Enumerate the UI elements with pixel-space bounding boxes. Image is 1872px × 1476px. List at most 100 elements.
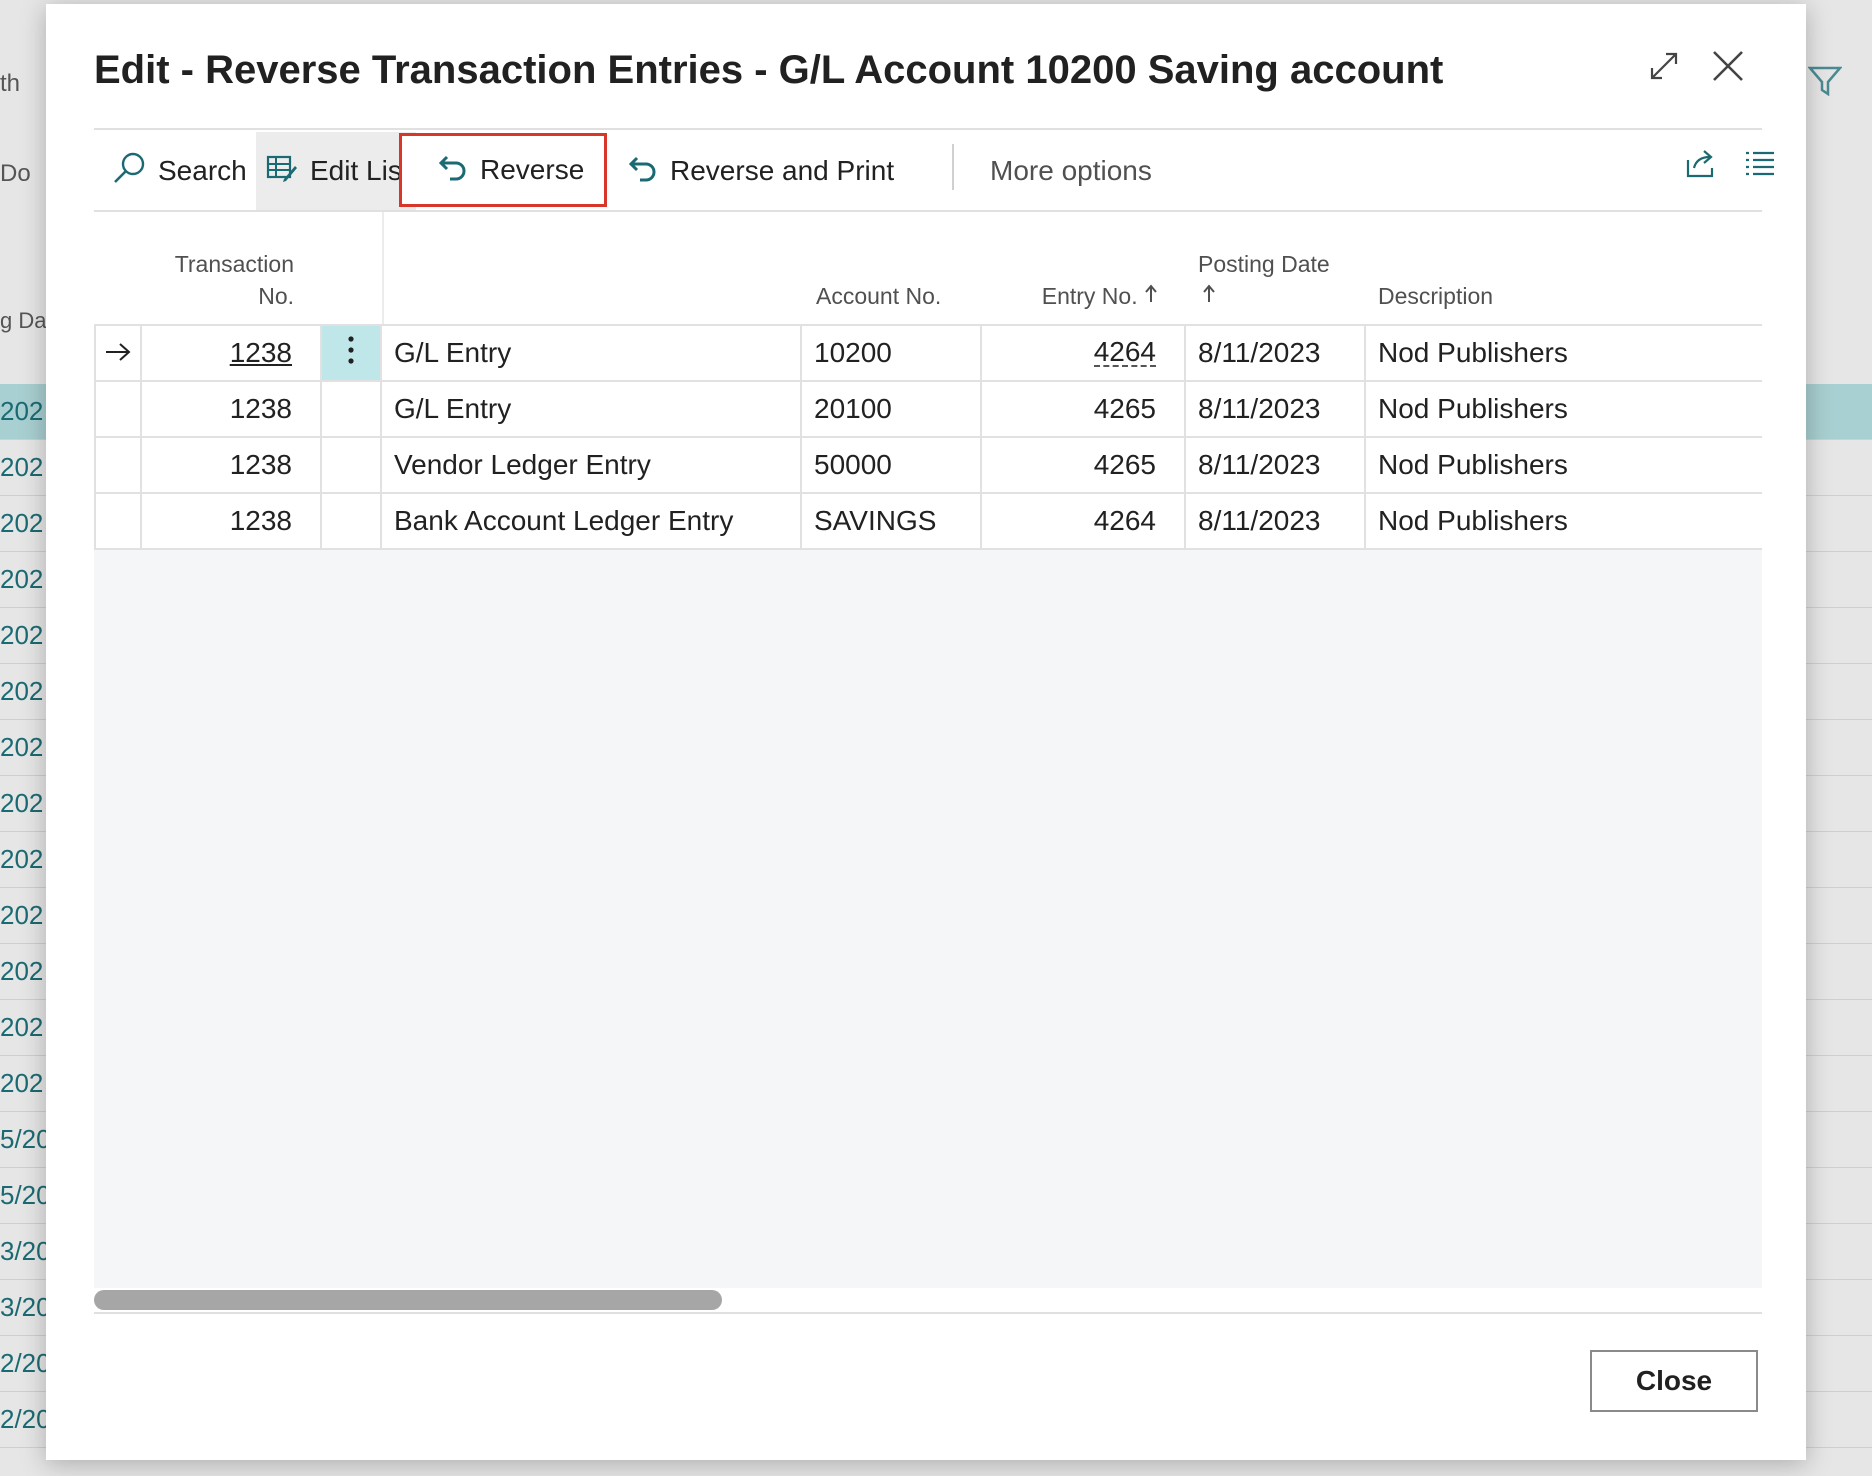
edit-list-icon [266, 153, 298, 190]
column-header-label: Transaction [174, 251, 294, 277]
entries-grid: Transaction No. Account No. Entry No. Po… [94, 212, 1762, 1288]
account-no-cell: 20100 [802, 382, 982, 436]
column-header-entry-no[interactable]: Entry No. [982, 280, 1186, 312]
background-row-date: 202 [0, 788, 44, 818]
background-row-date: 202 [0, 1012, 44, 1042]
row-selector[interactable] [94, 382, 142, 436]
row-actions-cell[interactable] [322, 438, 382, 492]
table-row[interactable]: 1238 G/L Entry 20100 4265 8/11/2023 Nod … [94, 382, 1762, 438]
column-header-transaction-no[interactable]: Transaction No. [142, 248, 322, 312]
background-row-date: 5/20 [0, 1124, 51, 1154]
reverse-button[interactable]: Reverse [399, 133, 607, 207]
column-header-label: Entry No. [1041, 283, 1138, 309]
more-options-button[interactable]: More options [980, 138, 1162, 204]
transaction-no-link[interactable]: 1238 [230, 337, 292, 369]
entry-no-cell: 4265 [982, 438, 1186, 492]
bg-label: g Da [0, 308, 47, 333]
close-button[interactable]: Close [1590, 1350, 1758, 1412]
reverse-entries-dialog: Edit - Reverse Transaction Entries - G/L… [46, 4, 1806, 1460]
entry-no-cell[interactable]: 4264 [982, 326, 1186, 380]
row-selector[interactable] [94, 494, 142, 548]
posting-date-cell: 8/11/2023 [1186, 494, 1366, 548]
posting-date-cell: 8/11/2023 [1186, 382, 1366, 436]
description-cell: Nod Publishers [1378, 393, 1568, 424]
search-icon [112, 151, 146, 192]
background-row-date: 202 [0, 900, 44, 930]
table-row[interactable]: 1238 Bank Account Ledger Entry SAVINGS 4… [94, 494, 1762, 550]
undo-arrow-icon [628, 154, 658, 189]
background-row-date: 202 [0, 676, 44, 706]
background-row-date: 202 [0, 396, 44, 426]
more-options-label: More options [990, 155, 1152, 186]
footer-divider [94, 1312, 1762, 1314]
entry-type-cell: Bank Account Ledger Entry [382, 494, 802, 548]
expand-icon[interactable] [1642, 44, 1686, 88]
row-actions-cell[interactable] [322, 494, 382, 548]
background-row-date: 202 [0, 508, 44, 538]
close-icon[interactable] [1706, 44, 1750, 88]
reverse-and-print-button[interactable]: Reverse and Print [618, 138, 904, 204]
transaction-no-cell[interactable]: 1238 [142, 326, 322, 380]
background-row-date: 5/20 [0, 1180, 51, 1210]
list-view-icon[interactable] [1744, 150, 1776, 181]
background-row-date: 2/20 [0, 1348, 51, 1378]
share-icon[interactable] [1684, 148, 1718, 185]
entry-no-cell: 4265 [982, 382, 1186, 436]
background-row-date: 202 [0, 844, 44, 874]
description-cell: Nod Publishers [1378, 449, 1568, 480]
bg-label: Do [0, 160, 31, 187]
table-row[interactable]: 1238 G/L Entry 10200 4264 8/11/2023 Nod … [94, 324, 1762, 382]
column-header-posting-date[interactable]: Posting Date [1186, 248, 1330, 312]
account-no-cell: SAVINGS [802, 494, 982, 548]
toolbar-divider [952, 144, 954, 190]
background-row-date: 2/20 [0, 1404, 51, 1434]
dialog-title: Edit - Reverse Transaction Entries - G/L… [94, 48, 1444, 92]
bg-label: th [0, 70, 21, 97]
posting-date-cell: 8/11/2023 [1186, 438, 1366, 492]
description-cell: Nod Publishers [1378, 337, 1568, 368]
transaction-no-cell: 1238 [142, 438, 322, 492]
row-selector[interactable] [94, 326, 142, 380]
entry-type-cell: G/L Entry [382, 326, 802, 380]
background-row-date: 202 [0, 452, 44, 482]
sort-ascending-icon [1198, 280, 1330, 312]
edit-list-label: Edit List [310, 155, 410, 186]
reverse-and-print-label: Reverse and Print [670, 155, 895, 186]
entry-no-value[interactable]: 4264 [1093, 338, 1156, 367]
column-header-description[interactable]: Description [1366, 280, 1493, 312]
row-selector[interactable] [94, 438, 142, 492]
account-no-cell: 50000 [802, 438, 982, 492]
undo-arrow-icon [438, 153, 468, 188]
horizontal-scrollbar[interactable] [94, 1288, 1762, 1312]
row-actions-button[interactable] [322, 326, 382, 380]
entry-type-cell: Vendor Ledger Entry [382, 438, 802, 492]
search-button[interactable]: Search [102, 138, 257, 204]
edit-list-button[interactable]: Edit List [256, 132, 416, 210]
column-divider [382, 212, 384, 324]
column-header-label: No. [258, 283, 294, 309]
vertical-dots-icon [347, 335, 355, 372]
background-row-date: 202 [0, 1068, 44, 1098]
posting-date-cell: 8/11/2023 [1186, 326, 1366, 380]
background-row-date: 202 [0, 956, 44, 986]
background-row-date: 202 [0, 620, 44, 650]
scrollbar-thumb[interactable] [94, 1290, 722, 1310]
transaction-no-cell: 1238 [142, 382, 322, 436]
sort-ascending-icon [1144, 283, 1158, 309]
transaction-no-cell: 1238 [142, 494, 322, 548]
background-row-date: 202 [0, 732, 44, 762]
entry-no-cell: 4264 [982, 494, 1186, 548]
description-cell: Nod Publishers [1378, 505, 1568, 536]
background-row-date: 3/20 [0, 1236, 51, 1266]
filter-icon[interactable] [1807, 66, 1843, 103]
grid-header: Transaction No. Account No. Entry No. Po… [94, 212, 1762, 324]
background-row-date: 3/20 [0, 1292, 51, 1322]
column-header-account-no[interactable]: Account No. [802, 280, 941, 312]
arrow-right-icon [105, 337, 131, 369]
table-row[interactable]: 1238 Vendor Ledger Entry 50000 4265 8/11… [94, 438, 1762, 494]
reverse-label: Reverse [480, 154, 585, 185]
column-header-label: Posting Date [1198, 251, 1330, 277]
row-actions-cell[interactable] [322, 382, 382, 436]
grid-rows: 1238 G/L Entry 10200 4264 8/11/2023 Nod … [94, 324, 1762, 550]
search-label: Search [158, 155, 247, 186]
